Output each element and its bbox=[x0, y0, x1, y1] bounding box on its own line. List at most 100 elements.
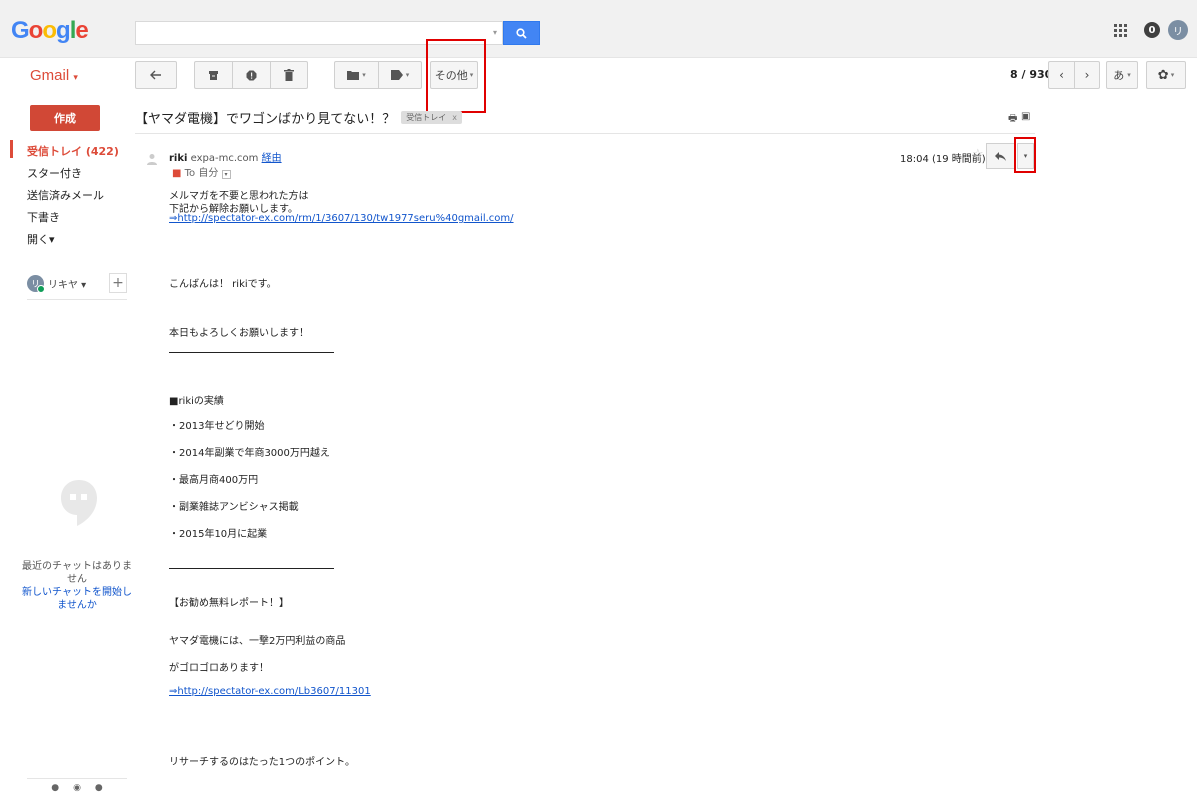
move-to-button[interactable]: ▾ bbox=[334, 61, 378, 89]
chevron-down-icon: ▾ bbox=[1170, 71, 1175, 79]
body-line: ■rikiの実績 bbox=[169, 396, 224, 407]
archive-icon bbox=[209, 70, 218, 80]
print-icon[interactable]: 🖶 bbox=[1008, 111, 1017, 128]
remove-label-icon[interactable]: x bbox=[452, 113, 457, 122]
body-line: 【お勧め無料レポート！】 bbox=[169, 598, 289, 609]
arrow-left-icon bbox=[150, 70, 161, 80]
body-line: ・2013年せどり開始 bbox=[169, 421, 265, 432]
gmail-menu[interactable]: Gmail ▾ bbox=[30, 67, 78, 84]
archive-button[interactable] bbox=[194, 61, 232, 89]
page-title: 【ヤマダ電機】でワゴンばかり見てない！？ bbox=[135, 112, 396, 127]
chevron-right-icon: › bbox=[1084, 68, 1090, 82]
logo-letter: G bbox=[11, 17, 30, 44]
more-reply-options-button[interactable]: ▾ bbox=[1017, 143, 1034, 169]
trash-icon bbox=[284, 69, 294, 81]
back-to-inbox-button[interactable] bbox=[135, 61, 177, 89]
chevron-down-icon: ▾ bbox=[469, 71, 474, 79]
search-icon bbox=[516, 27, 527, 39]
chat-empty-text: 最近のチャットはありません bbox=[22, 561, 132, 585]
bottom-bar: ● ◉ ● bbox=[27, 778, 127, 793]
sender-name[interactable]: riki bbox=[169, 153, 187, 164]
top-bar: Google ▾ 0 リ bbox=[0, 0, 1197, 58]
body-line: ・副業雑誌アンビシャス掲載 bbox=[169, 502, 299, 513]
logo-letter: o bbox=[28, 17, 44, 44]
person-icon bbox=[146, 153, 157, 165]
sender-info: riki expa-mc.com 経由 bbox=[169, 149, 282, 164]
body-line: ・2015年10月に起業 bbox=[169, 529, 268, 540]
search-input[interactable] bbox=[135, 21, 503, 45]
chevron-down-icon: ▾ bbox=[405, 71, 410, 79]
chevron-down-icon: ▾ bbox=[1023, 152, 1028, 160]
labels-button[interactable]: ▾ bbox=[378, 61, 422, 89]
body-line: がゴロゴロあります！ bbox=[169, 663, 269, 674]
account-avatar[interactable]: リ bbox=[1168, 20, 1188, 40]
body-line: ・最高月商400万円 bbox=[169, 475, 259, 486]
sidebar-item-starred[interactable]: スター付き bbox=[27, 165, 82, 181]
recipient-text: To 自分 bbox=[184, 168, 219, 179]
logo-letter: g bbox=[56, 17, 71, 44]
phone-icon[interactable]: ● bbox=[95, 783, 103, 793]
chat-user-name: リキヤ ▾ bbox=[48, 280, 87, 291]
person-icon[interactable]: ● bbox=[51, 783, 59, 793]
avatar: リ bbox=[27, 275, 45, 293]
lock-icon: ■ bbox=[172, 168, 182, 179]
divider-line bbox=[169, 568, 334, 569]
body-line: こんばんは！ rikiです。 bbox=[169, 279, 277, 290]
sidebar-item-more[interactable]: 開く▾ bbox=[27, 231, 55, 247]
notifications-icon[interactable]: 0 bbox=[1144, 22, 1160, 38]
new-chat-button[interactable]: + bbox=[109, 273, 127, 293]
logo-letter: o bbox=[42, 17, 57, 44]
gmail-label: Gmail bbox=[30, 67, 70, 84]
chevron-down-icon: ▾ bbox=[1127, 71, 1131, 79]
google-logo[interactable]: Google bbox=[11, 17, 89, 45]
sidebar-item-sent[interactable]: 送信済みメール bbox=[27, 187, 104, 203]
show-details-icon[interactable]: ▾ bbox=[221, 170, 231, 179]
body-line: ヤマダ電機には、一撃2万円利益の商品 bbox=[169, 636, 346, 647]
page-count: 8 / 930 bbox=[1010, 68, 1053, 81]
sidebar-divider bbox=[27, 299, 127, 300]
start-chat-link[interactable]: 新しいチャットを開始しませんか bbox=[22, 586, 132, 612]
delete-button[interactable] bbox=[270, 61, 308, 89]
folder-icon bbox=[347, 71, 360, 80]
header-divider bbox=[135, 133, 1035, 134]
report-spam-button[interactable] bbox=[232, 61, 270, 89]
label-chip-text: 受信トレイ bbox=[406, 113, 447, 122]
star-icon[interactable]: ☆ bbox=[972, 147, 984, 162]
chevron-down-icon: ▾ bbox=[73, 72, 78, 82]
settings-button[interactable]: ✿ ▾ bbox=[1146, 61, 1186, 89]
sidebar-item-drafts[interactable]: 下書き bbox=[27, 209, 60, 225]
unsubscribe-link[interactable]: ⇒http://spectator-ex.com/rm/1/3607/130/t… bbox=[169, 213, 514, 224]
sender-domain: expa-mc.com bbox=[190, 153, 259, 164]
chat-empty-message: 最近のチャットはありません 新しいチャットを開始しませんか bbox=[22, 560, 132, 612]
newer-button[interactable]: ‹ bbox=[1048, 61, 1074, 89]
hangouts-icon bbox=[61, 480, 97, 526]
compose-button[interactable]: 作成 bbox=[30, 105, 100, 131]
older-button[interactable]: › bbox=[1074, 61, 1100, 89]
chevron-left-icon: ‹ bbox=[1059, 68, 1064, 82]
label-tag-icon bbox=[390, 70, 403, 80]
more-actions-button[interactable]: その他 ▾ bbox=[430, 61, 478, 89]
body-line: リサーチするのはたった1つのポイント。 bbox=[169, 757, 355, 768]
reply-button[interactable] bbox=[986, 143, 1015, 169]
spam-icon bbox=[246, 70, 257, 80]
new-window-icon[interactable]: ▣ bbox=[1021, 111, 1030, 122]
reply-icon bbox=[995, 151, 1006, 161]
via-link[interactable]: 経由 bbox=[262, 153, 282, 164]
search-options-icon[interactable]: ▾ bbox=[493, 28, 1193, 37]
inbox-label-chip[interactable]: 受信トレイ x bbox=[401, 111, 462, 124]
logo-letter: e bbox=[75, 17, 88, 44]
input-tools-button[interactable]: あ ▾ bbox=[1106, 61, 1138, 89]
apps-grid-icon[interactable] bbox=[1114, 24, 1128, 38]
search-button[interactable] bbox=[503, 21, 540, 45]
chevron-down-icon: ▾ bbox=[362, 71, 366, 79]
body-line: ・2014年副業で年商3000万円越え bbox=[169, 448, 330, 459]
chat-user-status[interactable]: リ リキヤ ▾ bbox=[27, 275, 87, 293]
body-line: 本日もよろしくお願いします！ bbox=[169, 328, 309, 339]
sidebar-item-inbox[interactable]: 受信トレイ (422) bbox=[27, 143, 119, 159]
sender-avatar bbox=[143, 150, 160, 167]
chat-icon[interactable]: ◉ bbox=[73, 783, 81, 793]
more-actions-label: その他 bbox=[434, 69, 468, 82]
report-link[interactable]: ⇒http://spectator-ex.com/Lb3607/11301 bbox=[169, 686, 371, 697]
active-nav-indicator bbox=[10, 140, 13, 158]
input-tools-label: あ bbox=[1113, 69, 1125, 82]
